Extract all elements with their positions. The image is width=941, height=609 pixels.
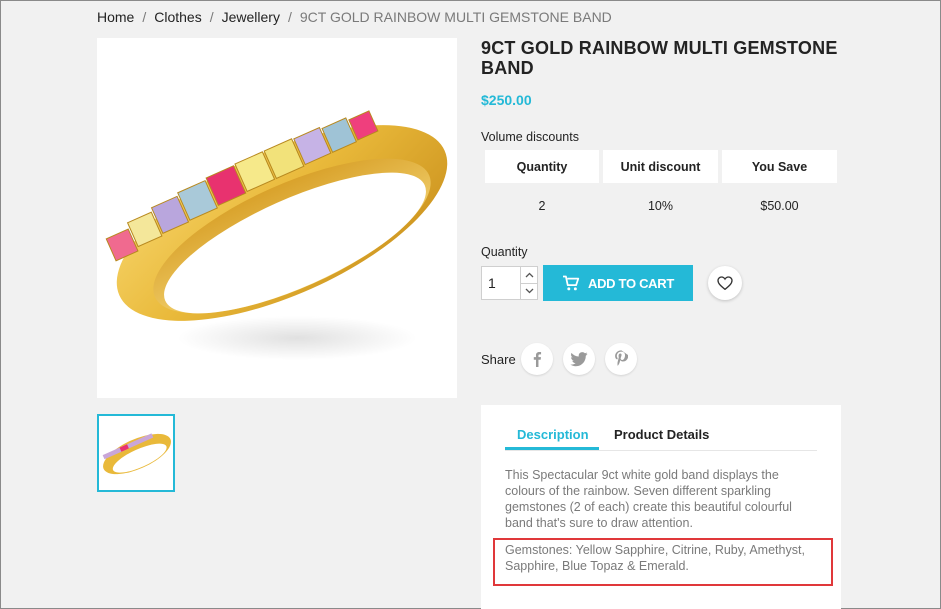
- table-row: 2 10% $50.00: [481, 191, 841, 221]
- twitter-icon: [570, 351, 588, 366]
- product-title-line: 9CT GOLD RAINBOW MULTI GEMSTONE: [481, 38, 838, 58]
- chevron-up-icon: [525, 272, 533, 278]
- product-thumbnail[interactable]: [97, 414, 175, 492]
- quantity-stepper: [481, 266, 538, 300]
- description-line: gemstones (2 of each) create this beauti…: [505, 500, 792, 514]
- chevron-down-icon: [525, 288, 533, 294]
- column-header: You Save: [722, 150, 837, 183]
- description-line: band that's sure to draw attention.: [505, 516, 693, 530]
- product-price: $250.00: [481, 92, 532, 108]
- quantity-label: Quantity: [481, 245, 528, 259]
- product-title-line: BAND: [481, 58, 534, 78]
- quantity-decrease-button[interactable]: [521, 282, 537, 300]
- share-facebook-button[interactable]: [521, 343, 553, 375]
- breadcrumb-separator: /: [287, 9, 292, 25]
- volume-discounts-title: Volume discounts: [481, 130, 579, 144]
- breadcrumb: Home / Clothes / Jewellery / 9CT GOLD RA…: [97, 9, 612, 25]
- description-line: colours of the rainbow. Seven different …: [505, 484, 771, 498]
- heart-icon: [717, 276, 733, 290]
- ring-image: [105, 110, 448, 360]
- facebook-icon: [533, 351, 542, 367]
- breadcrumb-home[interactable]: Home: [97, 9, 134, 25]
- column-header: Quantity: [485, 150, 599, 183]
- share-label: Share: [481, 352, 516, 367]
- description-line: This Spectacular 9ct white gold band dis…: [505, 468, 779, 482]
- breadcrumb-jewellery[interactable]: Jewellery: [222, 9, 280, 25]
- ring-thumbnail-image: [102, 433, 171, 475]
- highlight-box: [493, 538, 833, 586]
- quantity-input[interactable]: [482, 267, 520, 299]
- description-text: This Spectacular 9ct white gold band dis…: [505, 467, 821, 531]
- tab-description[interactable]: Description: [517, 427, 589, 442]
- quantity-increase-button[interactable]: [521, 267, 537, 283]
- table-header: Quantity Unit discount You Save: [481, 150, 841, 183]
- table-cell: 10%: [647, 199, 674, 213]
- quantity-buttons: [520, 267, 537, 299]
- breadcrumb-separator: /: [142, 9, 147, 25]
- product-main-image[interactable]: [97, 38, 457, 398]
- breadcrumb-separator: /: [209, 9, 214, 25]
- wishlist-button[interactable]: [708, 266, 742, 300]
- pinterest-icon: [615, 350, 628, 366]
- volume-discounts-table: Quantity Unit discount You Save 2 10% $5…: [481, 150, 841, 221]
- add-to-cart-label: ADD TO CART: [587, 275, 674, 291]
- share-pinterest-button[interactable]: [605, 343, 637, 375]
- column-header: Unit discount: [603, 150, 718, 183]
- table-cell: $50.00: [760, 199, 799, 213]
- add-to-cart-button[interactable]: ADD TO CART: [543, 265, 693, 301]
- breadcrumb-clothes[interactable]: Clothes: [154, 9, 201, 25]
- table-cell: 2: [538, 199, 546, 213]
- breadcrumb-current: 9CT GOLD RAINBOW MULTI GEMSTONE BAND: [299, 9, 612, 25]
- tab-bar: Description Product Details: [505, 421, 817, 451]
- share-twitter-button[interactable]: [563, 343, 595, 375]
- cart-icon: [562, 275, 580, 291]
- tab-product-details[interactable]: Product Details: [614, 427, 709, 442]
- active-tab-indicator: [505, 447, 599, 450]
- product-title: 9CT GOLD RAINBOW MULTI GEMSTONE BAND: [481, 38, 841, 78]
